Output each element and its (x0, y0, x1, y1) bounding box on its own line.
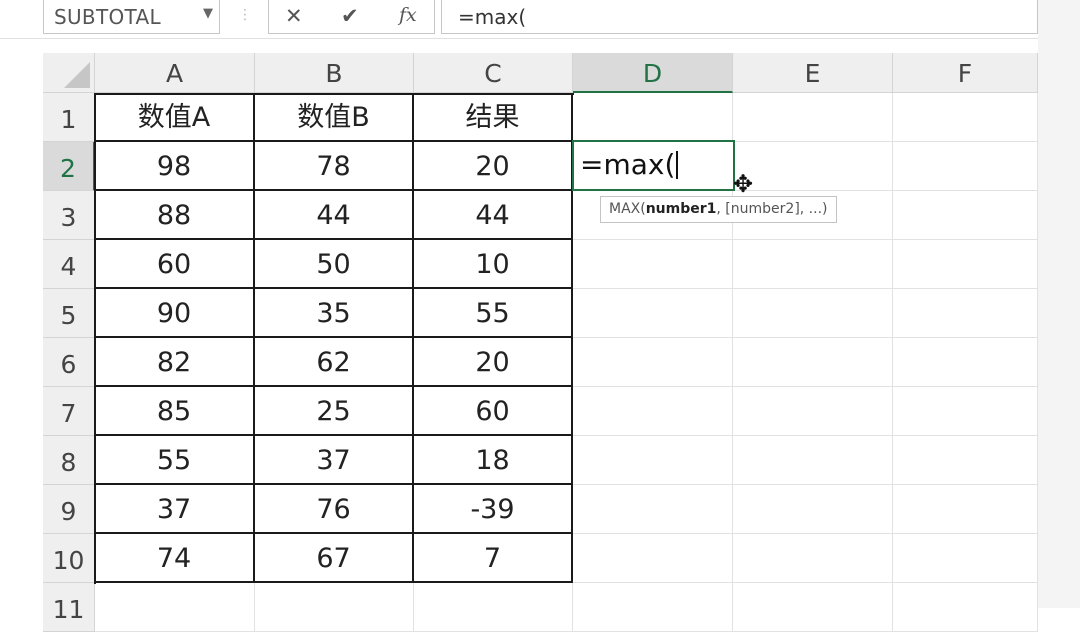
cell-a4[interactable]: 60 (95, 240, 255, 289)
row-header-1[interactable]: 1 (43, 93, 95, 142)
text-caret (676, 151, 679, 179)
cell-e7[interactable] (733, 387, 893, 436)
cell-cursor-icon: ✥ (733, 170, 754, 198)
formula-buttons: ✕ ✔ fx (268, 0, 435, 34)
column-header-d[interactable]: D (573, 53, 733, 93)
cell-c2[interactable]: 20 (414, 142, 573, 191)
formula-input-value: =max( (458, 5, 527, 29)
row-header-3[interactable]: 3 (43, 191, 95, 240)
cell-a1[interactable]: 数值A (95, 93, 255, 142)
column-header-e[interactable]: E (733, 53, 893, 93)
insert-function-icon[interactable]: fx (399, 4, 417, 26)
cell-d4[interactable] (573, 240, 733, 289)
cell-b5[interactable]: 35 (255, 289, 414, 338)
cell-c7[interactable]: 60 (414, 387, 573, 436)
cancel-icon[interactable]: ✕ (285, 4, 303, 28)
select-all-button[interactable] (43, 53, 95, 93)
cell-f10[interactable] (893, 534, 1038, 583)
row-header-10[interactable]: 10 (43, 534, 95, 583)
cell-c10[interactable]: 7 (414, 534, 573, 583)
cell-d7[interactable] (573, 387, 733, 436)
cell-b6[interactable]: 62 (255, 338, 414, 387)
name-box-value: SUBTOTAL (54, 5, 161, 29)
cell-b2[interactable]: 78 (255, 142, 414, 191)
cell-e2[interactable] (733, 142, 893, 191)
tooltip-arg-current[interactable]: number1 (646, 201, 717, 217)
cell-b3[interactable]: 44 (255, 191, 414, 240)
cell-e5[interactable] (733, 289, 893, 338)
cell-a2[interactable]: 98 (95, 142, 255, 191)
cell-f4[interactable] (893, 240, 1038, 289)
tooltip-func: MAX( (609, 201, 646, 217)
cell-e10[interactable] (733, 534, 893, 583)
table-border-top (94, 93, 574, 95)
cell-a5[interactable]: 90 (95, 289, 255, 338)
cell-a3[interactable]: 88 (95, 191, 255, 240)
column-header-a[interactable]: A (95, 53, 255, 93)
cell-b8[interactable]: 37 (255, 436, 414, 485)
cell-b1[interactable]: 数值B (255, 93, 414, 142)
cell-a10[interactable]: 74 (95, 534, 255, 583)
cell-c8[interactable]: 18 (414, 436, 573, 485)
row-header-6[interactable]: 6 (43, 338, 95, 387)
cell-f8[interactable] (893, 436, 1038, 485)
cell-c6[interactable]: 20 (414, 338, 573, 387)
row-header-7[interactable]: 7 (43, 387, 95, 436)
column-header-b[interactable]: B (255, 53, 414, 93)
column-header-c[interactable]: C (414, 53, 573, 93)
cell-d1[interactable] (573, 93, 733, 142)
cell-d6[interactable] (573, 338, 733, 387)
cell-d9[interactable] (573, 485, 733, 534)
cell-b9[interactable]: 76 (255, 485, 414, 534)
cell-e9[interactable] (733, 485, 893, 534)
active-cell-editor[interactable]: =max( (572, 140, 735, 191)
cell-c3[interactable]: 44 (414, 191, 573, 240)
cell-c9[interactable]: -39 (414, 485, 573, 534)
name-box[interactable]: SUBTOTAL ▼ (43, 0, 220, 34)
cell-f7[interactable] (893, 387, 1038, 436)
cell-b4[interactable]: 50 (255, 240, 414, 289)
row-header-2[interactable]: 2 (43, 142, 95, 191)
row-header-5[interactable]: 5 (43, 289, 95, 338)
cell-d10[interactable] (573, 534, 733, 583)
cell-f5[interactable] (893, 289, 1038, 338)
cell-e4[interactable] (733, 240, 893, 289)
cell-b7[interactable]: 25 (255, 387, 414, 436)
formula-input[interactable]: =max( (441, 0, 1038, 34)
row-header-4[interactable]: 4 (43, 240, 95, 289)
cell-f1[interactable] (893, 93, 1038, 142)
cell-a7[interactable]: 85 (95, 387, 255, 436)
cell-f2[interactable] (893, 142, 1038, 191)
enter-check-icon[interactable]: ✔ (341, 4, 359, 28)
cell-a8[interactable]: 55 (95, 436, 255, 485)
spreadsheet-window: SUBTOTAL ▼ ⋮ ✕ ✔ fx =max( ABCDEF 1234567… (0, 0, 1038, 632)
tooltip-args-rest: , [number2], ...) (716, 201, 828, 217)
cell-d5[interactable] (573, 289, 733, 338)
table-border-left (94, 93, 96, 584)
column-header-f[interactable]: F (893, 53, 1038, 93)
function-tooltip[interactable]: MAX(number1, [number2], ...) (600, 196, 837, 223)
chevron-down-icon[interactable]: ▼ (203, 6, 213, 21)
cell-f3[interactable] (893, 191, 1038, 240)
row-header-8[interactable]: 8 (43, 436, 95, 485)
row-header-9[interactable]: 9 (43, 485, 95, 534)
select-all-icon (64, 62, 90, 88)
cell-c4[interactable]: 10 (414, 240, 573, 289)
splitter-handle-icon[interactable]: ⋮ (238, 7, 252, 23)
cell-f6[interactable] (893, 338, 1038, 387)
cell-c1[interactable]: 结果 (414, 93, 573, 142)
active-cell-value: =max( (580, 148, 676, 181)
cell-f9[interactable] (893, 485, 1038, 534)
cell-e1[interactable] (733, 93, 893, 142)
cell-e8[interactable] (733, 436, 893, 485)
cell-a6[interactable]: 82 (95, 338, 255, 387)
formula-bar: SUBTOTAL ▼ ⋮ ✕ ✔ fx =max( (0, 0, 1038, 39)
cell-e6[interactable] (733, 338, 893, 387)
cell-b10[interactable]: 67 (255, 534, 414, 583)
cell-c5[interactable]: 55 (414, 289, 573, 338)
cell-d8[interactable] (573, 436, 733, 485)
cell-a9[interactable]: 37 (95, 485, 255, 534)
